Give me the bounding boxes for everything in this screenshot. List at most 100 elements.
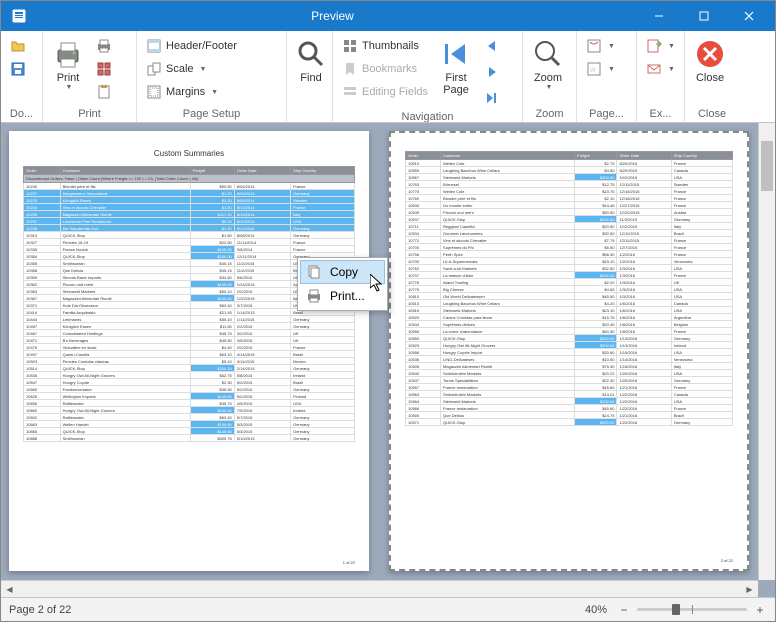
table-row: 10663Wellen Handel$100.505/3/2015Germany	[24, 421, 355, 428]
vertical-scrollbar[interactable]	[758, 123, 775, 580]
table-row: 10564Steinweld Markets$200.001/22/2016US…	[406, 398, 733, 405]
print-settings-button[interactable]	[91, 81, 117, 103]
table-row: 10563Seitzkörnlein Markets$14.011/22/201…	[406, 391, 733, 398]
table-row: 10560Frankenversand$36.505/2/2015Germany	[24, 386, 355, 393]
table-row: 10544Suprêmes délices$20.451/8/2016Belgi…	[406, 321, 733, 328]
table-row: 10571QUICK-Stop$200.001/22/2016Germany	[406, 419, 733, 426]
table-row: 10537QUICK-Stop$200.5011/3/2015Germany	[406, 216, 733, 223]
print-button[interactable]: Print ▼	[47, 35, 89, 94]
table-row: 10237Lonesome Pine Restaurant$0.208/10/2…	[24, 218, 355, 225]
table-row: 10557France restauration$45.601/21/2016F…	[406, 384, 733, 391]
save-button[interactable]	[5, 58, 31, 80]
app-icon	[9, 6, 29, 26]
close-window-button[interactable]	[726, 1, 771, 31]
grid-icon	[96, 61, 112, 77]
horizontal-scrollbar[interactable]: ◀ ▶	[1, 580, 758, 597]
ribbon: Do... Print ▼ Print Header/Footer Scale▼…	[1, 31, 775, 123]
table-row: 10514QUICK-Stop$200.202/14/2015Germany	[24, 365, 355, 372]
next-page-button[interactable]	[479, 61, 505, 83]
quick-print-button[interactable]	[91, 35, 117, 57]
table-row: 10656Rattlesnake$45.754/5/2015USA	[24, 400, 355, 407]
thumbnails-icon	[342, 38, 358, 54]
email-button[interactable]: ▼	[641, 58, 680, 80]
ribbon-group-label: Print	[47, 106, 132, 122]
ribbon-group-label: Ex...	[641, 106, 680, 122]
zoom-in-button[interactable]: +	[753, 603, 767, 617]
table-row: 10536LINO-Delicateses$10.501/14/2016Vene…	[406, 356, 733, 363]
chevron-down-icon: ▼	[546, 84, 553, 91]
margins-button[interactable]: Margins▼	[141, 81, 282, 103]
zoom-handle[interactable]	[672, 604, 680, 615]
preview-viewport[interactable]: Custom Summaries OrderCustomerFreightOrd…	[9, 131, 757, 579]
table-row: 10534Gourmet Lanchonetes$30.5012/11/2015…	[406, 230, 733, 237]
chevron-down-icon: ▼	[668, 66, 675, 73]
zoom-out-button[interactable]: −	[617, 603, 631, 617]
thumbnails-button[interactable]: Thumbnails	[337, 35, 433, 57]
ribbon-group-label: Close	[689, 106, 735, 122]
first-page-button[interactable]: First Page	[435, 35, 477, 99]
bookmarks-button[interactable]: Bookmarks	[337, 58, 433, 80]
table-row: 10763Börnesel$12.7512/11/2015Sweden	[406, 181, 733, 188]
context-copy[interactable]: Copy	[300, 260, 385, 284]
table-row: 10530Piccolo und mehr$50.5012/20/2015Aus…	[406, 209, 733, 216]
minimize-button[interactable]	[636, 1, 681, 31]
ribbon-group-print: Print ▼ Print	[43, 31, 137, 122]
ribbon-group-label: Page Setup	[141, 106, 282, 122]
page-info: Page 2 of 22	[9, 604, 71, 616]
table-row: 10523Hungry Owl All-Night Grocers$200.00…	[406, 342, 733, 349]
zoom-track[interactable]	[637, 608, 747, 611]
zoom-button[interactable]: Zoom ▼	[527, 35, 569, 94]
open-button[interactable]	[5, 35, 31, 57]
table-row: 10520Cactus Comidas para llevar$15.751/6…	[406, 314, 733, 321]
table-row: 10540Seitzkörnlein Markets$20.221/20/201…	[406, 370, 733, 377]
page-1[interactable]: Custom Summaries OrderCustomerFreightOrd…	[9, 131, 369, 571]
page-2[interactable]: OrderCustomerFreightOrder DateShip Count…	[389, 131, 749, 571]
table-row: 10665QUICK-Stop$140.505/3/2015Germany	[24, 428, 355, 435]
zoom-slider: − +	[617, 603, 767, 617]
page-number: 2 of 22	[721, 558, 733, 563]
export-button[interactable]: ▼	[641, 35, 680, 57]
table-row: 10513Laughing Bacchus Wine Cellars$4.201…	[406, 300, 733, 307]
scale-icon	[146, 61, 162, 77]
header-footer-button[interactable]: Header/Footer	[141, 35, 282, 57]
scrollbar-thumb[interactable]	[761, 141, 773, 191]
context-print[interactable]: Print...	[300, 284, 385, 308]
chevron-down-icon: ▼	[211, 89, 218, 96]
ribbon-group-page-setup: Header/Footer Scale▼ Margins▼ Page Setup	[137, 31, 287, 122]
context-menu: Copy Print...	[297, 257, 388, 311]
scale-button[interactable]: Scale▼	[141, 58, 282, 80]
ribbon-group-page: ▼ W▼ Page...	[577, 31, 637, 122]
maximize-button[interactable]	[681, 1, 726, 31]
report-title: Custom Summaries	[23, 149, 355, 158]
editing-fields-button[interactable]: Editing Fields	[337, 81, 433, 103]
table-row: 10556La corne d'abondance$40.301/8/2016F…	[406, 328, 733, 335]
close-preview-button[interactable]: Close	[689, 35, 731, 87]
table-row: 10547Torms Specialitäten$22.301/20/2016G…	[406, 377, 733, 384]
find-button[interactable]: Find	[291, 35, 331, 87]
paint-icon	[586, 38, 602, 54]
table-row: 10497Queen-Cravilla$63.104/14/2015Brazil	[24, 351, 355, 358]
window-controls	[636, 1, 771, 31]
table-row: 10550QUICK-Stop$200.001/13/2016Germany	[406, 335, 733, 342]
table-row: 10762Save-a-lot Markets$32.501/3/2016USA	[406, 265, 733, 272]
print-options-button[interactable]	[91, 58, 117, 80]
printer-icon	[52, 38, 84, 70]
prev-page-button[interactable]	[479, 35, 505, 57]
scroll-left-arrow[interactable]: ◀	[1, 581, 18, 598]
last-page-button[interactable]	[479, 87, 505, 109]
search-icon	[295, 38, 327, 70]
ribbon-group-navigation: Thumbnails Bookmarks Editing Fields Firs…	[333, 31, 523, 122]
window-title: Preview	[29, 9, 636, 23]
ribbon-group-document: Do...	[1, 31, 43, 122]
chevron-down-icon: ▼	[608, 43, 615, 50]
table-row: 10688Smithsonian$300.755/10/2015Germany	[24, 435, 355, 442]
copy-icon	[306, 264, 322, 280]
table-row: 10660Hungry Owl All-Night Grocers$200.50…	[24, 407, 355, 414]
scroll-right-arrow[interactable]: ▶	[741, 581, 758, 598]
page-color-button[interactable]: ▼	[581, 35, 620, 57]
table-row: 10630Du monde entier$44.4512/27/2015Fran…	[406, 202, 733, 209]
chevron-down-icon: ▼	[608, 66, 615, 73]
watermark-button[interactable]: W▼	[581, 58, 620, 80]
table-row: 10776Island Trading$2.201/3/2016UK	[406, 279, 733, 286]
table-row: 10760Blondel père et fils$2.1012/16/2015…	[406, 195, 733, 202]
